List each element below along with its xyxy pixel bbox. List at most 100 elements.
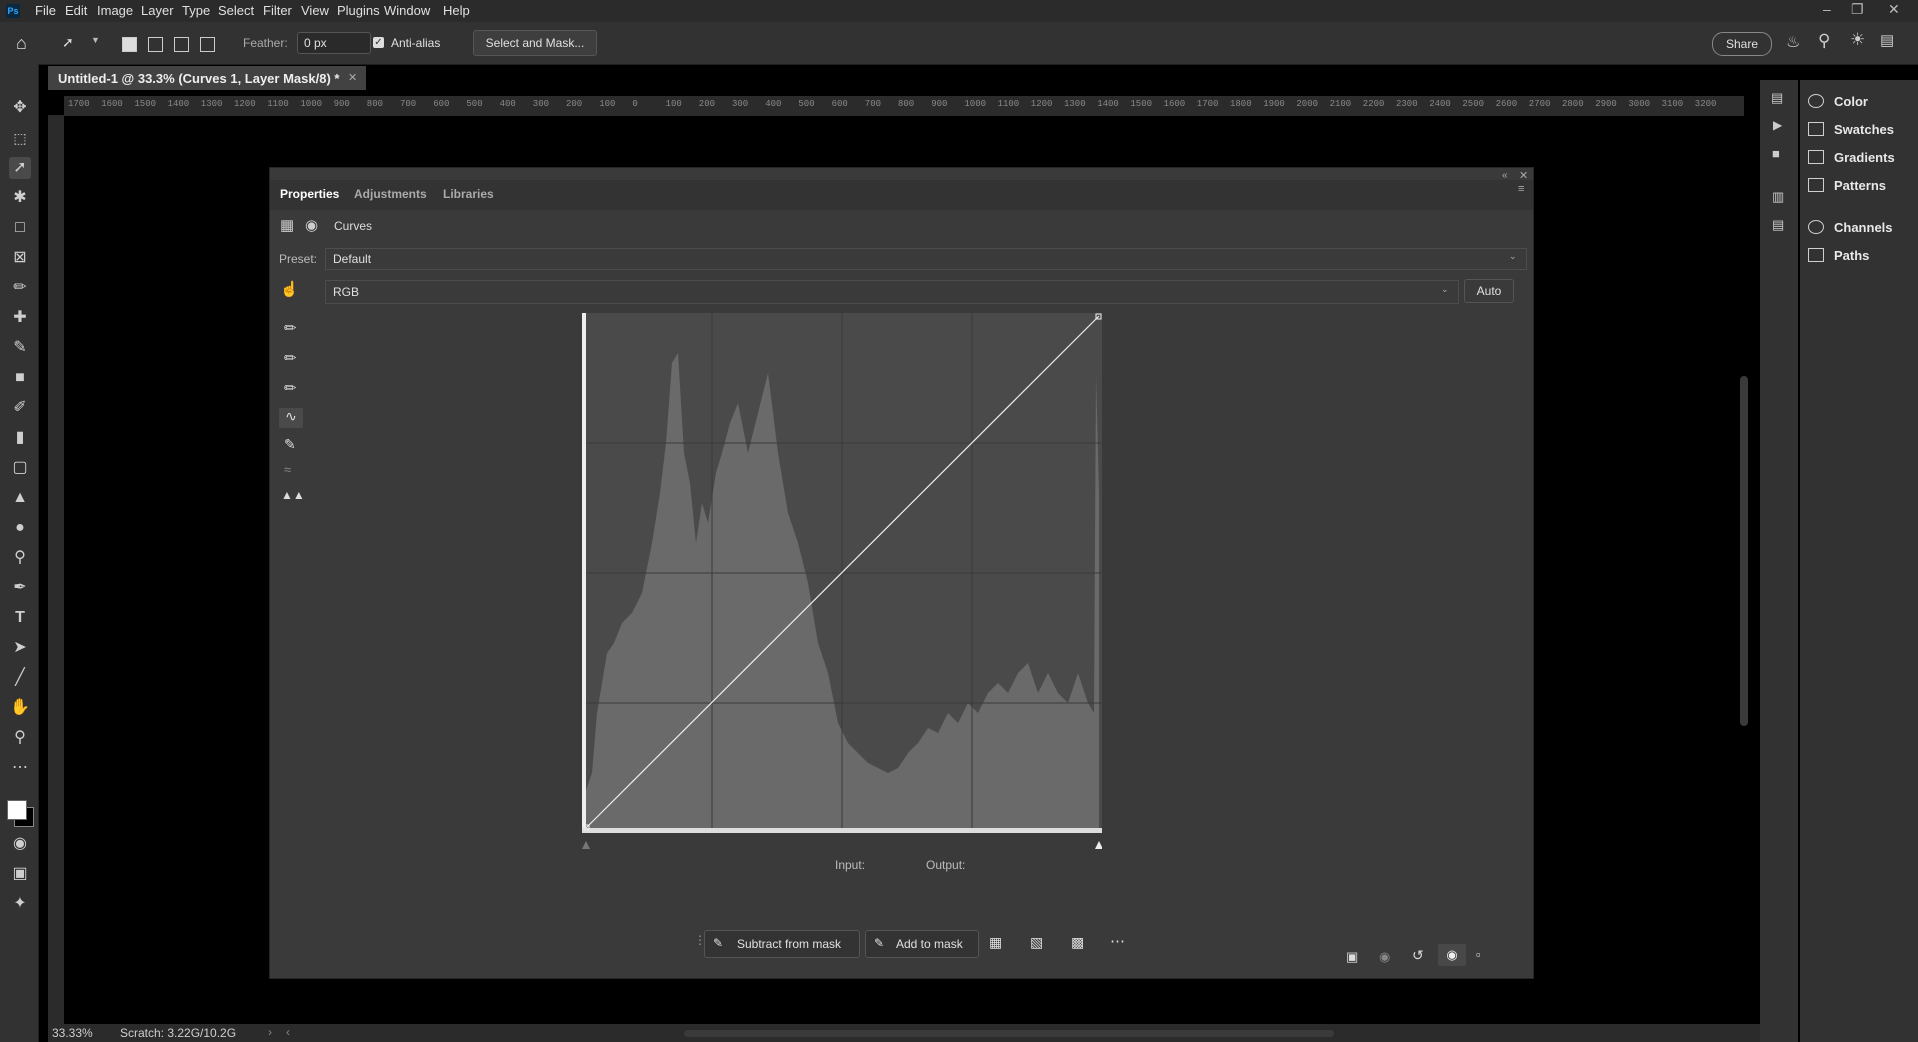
clipping-warning-icon[interactable]: ▲▲ <box>281 488 305 502</box>
subtract-from-mask-button[interactable]: ✎ Subtract from mask <box>704 930 860 958</box>
on-image-adjust-icon[interactable]: ☝ <box>280 280 299 298</box>
eraser-tool-icon[interactable]: ▮ <box>9 427 31 449</box>
close-tab-icon[interactable]: ✕ <box>348 71 357 84</box>
reset-icon[interactable]: ↺ <box>1412 947 1424 964</box>
clone-stamp-tool-icon[interactable]: ■ <box>9 367 31 389</box>
eyedropper-tool-icon[interactable]: ✏ <box>9 277 31 299</box>
marquee-tool-icon[interactable]: ⬚ <box>9 127 31 149</box>
chevron-right-icon[interactable]: › <box>268 1025 272 1039</box>
white-point-eyedropper-icon[interactable]: ✏ <box>284 379 297 397</box>
lasso-tool-icon[interactable]: ➚ <box>9 157 31 179</box>
select-and-mask-button[interactable]: Select and Mask... <box>473 30 597 56</box>
tab-properties[interactable]: Properties <box>280 187 339 201</box>
menu-type[interactable]: Type <box>182 3 210 18</box>
add-selection-icon[interactable] <box>148 37 163 52</box>
quick-mask-icon[interactable]: ◉ <box>9 833 31 855</box>
menu-image[interactable]: Image <box>97 3 133 18</box>
add-to-mask-button[interactable]: ✎ Add to mask <box>865 930 979 958</box>
menu-plugins[interactable]: Plugins <box>337 3 380 18</box>
home-icon[interactable]: ⌂ <box>16 33 27 54</box>
intersect-selection-icon[interactable] <box>200 37 215 52</box>
panel-menu-icon[interactable]: ≡ <box>1518 183 1524 195</box>
comments-icon[interactable]: ■ <box>1772 146 1780 161</box>
foreground-color-swatch[interactable] <box>7 800 27 820</box>
menu-filter[interactable]: Filter <box>263 3 292 18</box>
crop-tool-icon[interactable]: □ <box>9 217 31 239</box>
visibility-eye-icon[interactable]: ◉ <box>1438 944 1466 966</box>
pen-tool-icon[interactable]: ✒ <box>9 577 31 599</box>
disable-mask-icon[interactable]: ▧ <box>1030 934 1043 951</box>
black-point-eyedropper-icon[interactable]: ✏ <box>284 319 297 337</box>
share-button[interactable]: Share <box>1712 32 1772 56</box>
screen-mode-icon[interactable]: ▣ <box>9 863 31 885</box>
workspace-icon[interactable]: ▤ <box>1880 31 1894 49</box>
smooth-curve-icon[interactable]: ≈ <box>284 462 291 477</box>
menu-layer[interactable]: Layer <box>141 3 174 18</box>
tab-libraries[interactable]: Libraries <box>443 187 494 201</box>
discover-icon[interactable]: ☀ <box>1850 30 1865 50</box>
tab-adjustments[interactable]: Adjustments <box>354 187 427 201</box>
layers-icon[interactable]: ▥ <box>1772 189 1784 205</box>
panel-swatches[interactable]: Swatches <box>1808 122 1894 137</box>
chevron-down-icon[interactable]: ▼ <box>91 35 100 45</box>
curves-adjustment-icon[interactable]: ▦ <box>280 216 294 234</box>
panel-color[interactable]: Color <box>1808 94 1868 109</box>
sponge-tool-icon[interactable]: ⚲ <box>9 547 31 569</box>
healing-brush-tool-icon[interactable]: ✚ <box>9 307 31 329</box>
panel-patterns[interactable]: Patterns <box>1808 178 1886 193</box>
bell-icon[interactable]: ♨ <box>1786 32 1800 52</box>
more-tools-icon[interactable]: ⋯ <box>9 757 31 779</box>
curves-graph[interactable] <box>582 313 1102 858</box>
minimize-icon[interactable]: – <box>1823 1 1831 17</box>
zoom-level[interactable]: 33.33% <box>52 1026 93 1040</box>
invert-mask-icon[interactable]: ▦ <box>989 934 1002 951</box>
horizontal-scrollbar[interactable] <box>684 1030 1334 1037</box>
hand-tool-icon[interactable]: ✋ <box>9 697 31 719</box>
history-brush-tool-icon[interactable]: ✐ <box>9 397 31 419</box>
path-selection-tool-icon[interactable]: ➤ <box>9 637 31 659</box>
trash-icon[interactable]: ▫ <box>1476 947 1481 962</box>
vertical-scrollbar[interactable] <box>1740 376 1748 726</box>
dodge-tool-icon[interactable]: ● <box>9 517 31 539</box>
move-tool-icon[interactable]: ✥ <box>9 97 31 119</box>
pencil-draw-icon[interactable]: ✎ <box>284 436 296 453</box>
subtract-selection-icon[interactable] <box>174 37 189 52</box>
curve-points-icon[interactable]: ∿ <box>279 408 303 428</box>
notes-icon[interactable]: ▤ <box>1772 217 1784 233</box>
document-tab[interactable]: Untitled-1 @ 33.3% (Curves 1, Layer Mask… <box>48 66 366 90</box>
panel-channels[interactable]: Channels <box>1808 220 1893 235</box>
menu-edit[interactable]: Edit <box>65 3 87 18</box>
type-tool-icon[interactable]: T <box>9 607 31 629</box>
more-options-icon[interactable]: ⋯ <box>1110 932 1125 950</box>
menu-window[interactable]: Window <box>384 3 430 18</box>
panel-gradients[interactable]: Gradients <box>1808 150 1895 165</box>
lasso-tool-preset-icon[interactable]: ➚ <box>62 34 74 51</box>
menu-file[interactable]: File <box>35 3 56 18</box>
history-icon[interactable]: ▤ <box>1771 90 1783 106</box>
view-previous-state-icon[interactable]: ◉ <box>1379 949 1390 965</box>
panel-paths[interactable]: Paths <box>1808 248 1869 263</box>
gray-point-eyedropper-icon[interactable]: ✏ <box>284 349 297 367</box>
new-selection-icon[interactable] <box>122 37 137 52</box>
mask-options-icon[interactable]: ▩ <box>1071 934 1084 951</box>
close-icon[interactable]: ✕ <box>1888 1 1900 18</box>
menu-help[interactable]: Help <box>443 3 470 18</box>
restore-icon[interactable]: ❐ <box>1851 1 1864 18</box>
antialias-checkbox[interactable]: ✓ <box>373 37 384 48</box>
search-icon[interactable]: ⚲ <box>1818 31 1830 51</box>
zoom-tool-icon[interactable]: ⚲ <box>9 727 31 749</box>
quick-selection-tool-icon[interactable]: ✱ <box>9 187 31 209</box>
auto-button[interactable]: Auto <box>1464 279 1514 303</box>
brush-tool-icon[interactable]: ✎ <box>9 337 31 359</box>
blur-tool-icon[interactable]: ▲ <box>9 487 31 509</box>
menu-select[interactable]: Select <box>218 3 254 18</box>
feather-input[interactable]: 0 px <box>297 32 371 54</box>
layer-mask-icon[interactable]: ◉ <box>305 216 318 234</box>
actions-play-icon[interactable]: ▶ <box>1773 118 1782 132</box>
line-tool-icon[interactable]: ╱ <box>9 667 31 689</box>
menu-view[interactable]: View <box>301 3 329 18</box>
channel-dropdown[interactable]: RGB ⌄ <box>325 280 1459 304</box>
gradient-tool-icon[interactable]: ▢ <box>9 457 31 479</box>
preset-dropdown[interactable]: Default ⌄ <box>325 248 1527 270</box>
scratch-info[interactable]: Scratch: 3.22G/10.2G <box>120 1026 236 1040</box>
